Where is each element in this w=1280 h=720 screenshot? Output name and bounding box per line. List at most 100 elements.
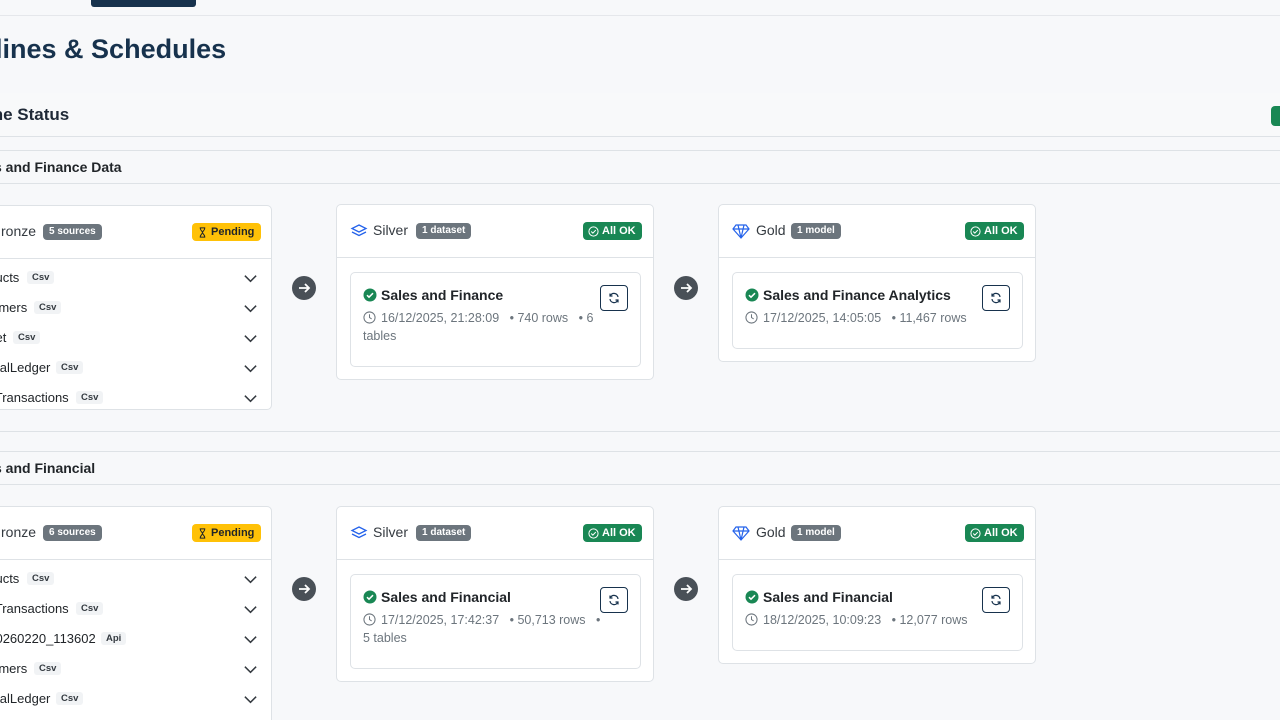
chevron-down-icon[interactable] — [243, 572, 258, 587]
chevron-down-icon[interactable] — [243, 301, 258, 316]
gold-stage-label: Gold — [756, 222, 786, 238]
chevron-down-icon[interactable] — [243, 692, 258, 707]
silver-stage-card: Silver 1 dataset All OK Sales and Financ… — [336, 204, 654, 380]
source-row[interactable]: stomers Csv — [0, 654, 271, 684]
check-circle-icon — [970, 527, 981, 539]
chevron-down-icon[interactable] — [243, 602, 258, 617]
check-circle-icon — [588, 527, 599, 539]
clock-icon — [745, 311, 758, 324]
model-timestamp: 17/12/2025, 14:05:05 — [763, 311, 882, 325]
check-circle-filled-icon — [363, 288, 377, 302]
source-row[interactable]: oducts Csv — [0, 564, 271, 594]
source-name: _20260220_113602 — [0, 631, 96, 646]
source-row[interactable]: oducts Csv — [0, 263, 271, 293]
model-count-badge: 1 model — [791, 223, 841, 239]
dataset-meta: 16/12/2025, 21:28:09 • 740 rows • 6 tabl… — [363, 309, 603, 345]
chevron-down-icon[interactable] — [243, 331, 258, 346]
refresh-button[interactable] — [982, 285, 1010, 311]
group-divider — [0, 431, 1280, 432]
gold-stage-card: Gold 1 model All OK Sales and Financial … — [718, 506, 1036, 664]
model-item-card[interactable]: Sales and Finance Analytics 17/12/2025, … — [732, 272, 1023, 349]
arrow-right-icon — [681, 584, 693, 594]
chevron-down-icon[interactable] — [243, 391, 258, 406]
ok-status-badge: All OK — [965, 524, 1024, 542]
arrow-right-icon — [299, 584, 311, 594]
source-type-badge: Csv — [56, 361, 84, 374]
dataset-item-title: Sales and Financial — [363, 589, 511, 605]
clock-icon — [745, 613, 758, 626]
source-name: esTransactions — [0, 601, 69, 616]
refresh-button[interactable] — [982, 587, 1010, 613]
check-circle-filled-icon — [363, 590, 377, 604]
pending-status-badge: Pending — [192, 524, 262, 542]
source-name: esTransactions — [0, 390, 69, 405]
model-timestamp: 18/12/2025, 10:09:23 — [763, 613, 882, 627]
arrow-right-icon — [681, 283, 693, 293]
source-row[interactable]: neralLedger Csv — [0, 353, 271, 383]
check-circle-icon — [588, 225, 599, 237]
source-type-badge: Api — [101, 632, 127, 645]
refresh-button[interactable] — [600, 587, 628, 613]
pipeline-status-title: ine Status — [0, 105, 70, 124]
dataset-row-count: • 50,713 rows — [509, 613, 586, 627]
dataset-item-title: Sales and Finance — [363, 287, 503, 303]
dataset-row-count: • 740 rows — [509, 311, 569, 325]
page-title: elines & Schedules — [0, 34, 227, 64]
source-name: oducts — [0, 571, 20, 586]
pending-status-text: Pending — [211, 226, 255, 238]
overall-status-badge — [1271, 106, 1280, 126]
source-count-badge: 6 sources — [43, 525, 102, 541]
model-item-card[interactable]: Sales and Financial 18/12/2025, 10:09:23… — [732, 574, 1023, 651]
source-row[interactable]: neralLedger Csv — [0, 684, 271, 714]
bronze-stage-card: ronze 6 sources Pending oducts Csv esTra… — [0, 506, 272, 720]
pipeline-group-header[interactable]: s and Financial — [0, 451, 1280, 485]
clock-icon — [363, 311, 376, 324]
dataset-item-card[interactable]: Sales and Financial 17/12/2025, 17:42:37… — [350, 574, 641, 669]
source-row[interactable]: stomers Csv — [0, 293, 271, 323]
source-type-badge: Csv — [13, 331, 41, 344]
model-meta: 18/12/2025, 10:09:23 • 12,077 rows — [745, 611, 995, 629]
gem-icon — [732, 526, 750, 541]
source-row[interactable]: esTransactions Csv — [0, 594, 271, 624]
chevron-down-icon[interactable] — [243, 662, 258, 677]
model-name: Sales and Finance Analytics — [763, 287, 951, 303]
pipeline-group-title: s and Financial — [0, 460, 96, 476]
layers-icon — [350, 526, 368, 539]
model-item-title: Sales and Financial — [745, 589, 893, 605]
source-count-badge: 5 sources — [43, 224, 102, 240]
pending-status-badge: Pending — [192, 223, 262, 241]
source-name: dget — [0, 330, 7, 345]
source-name: stomers — [0, 661, 28, 676]
source-row[interactable]: esTransactions Csv — [0, 383, 271, 413]
source-type-badge: Csv — [56, 692, 84, 705]
chevron-down-icon[interactable] — [243, 271, 258, 286]
refresh-icon — [991, 594, 1001, 606]
dataset-item-card[interactable]: Sales and Finance 16/12/2025, 21:28:09 •… — [350, 272, 641, 367]
chevron-down-icon[interactable] — [243, 632, 258, 647]
model-row-count: • 12,077 rows — [891, 613, 968, 627]
refresh-button[interactable] — [600, 285, 628, 311]
source-type-badge: Csv — [34, 301, 62, 314]
dataset-name: Sales and Finance — [381, 287, 504, 303]
bronze-stage-header: ronze 5 sources Pending — [0, 206, 271, 259]
source-row[interactable]: _20260220_113602 Api — [0, 624, 271, 654]
chevron-down-icon[interactable] — [243, 361, 258, 376]
model-name: Sales and Financial — [763, 589, 893, 605]
hourglass-icon — [199, 527, 206, 539]
source-type-badge: Csv — [76, 391, 104, 404]
silver-stage-card: Silver 1 dataset All OK Sales and Financ… — [336, 506, 654, 682]
flow-arrow — [674, 577, 698, 601]
source-row[interactable]: dget Csv — [0, 323, 271, 353]
pipeline-status-header: ine Status — [0, 93, 1280, 137]
silver-stage-header: Silver 1 dataset All OK — [337, 507, 653, 560]
ok-status-text: All OK — [602, 225, 636, 237]
pipeline-group-header[interactable]: s and Finance Data — [0, 150, 1280, 184]
pipeline-group-title: s and Finance Data — [0, 159, 122, 175]
model-meta: 17/12/2025, 14:05:05 • 11,467 rows — [745, 309, 995, 327]
active-nav-tab[interactable] — [91, 0, 196, 7]
flow-arrow — [292, 577, 316, 601]
source-name: oducts — [0, 270, 20, 285]
bronze-stage-card: ronze 5 sources Pending oducts Csv stome… — [0, 205, 272, 410]
gold-stage-label: Gold — [756, 524, 786, 540]
source-name: stomers — [0, 300, 28, 315]
